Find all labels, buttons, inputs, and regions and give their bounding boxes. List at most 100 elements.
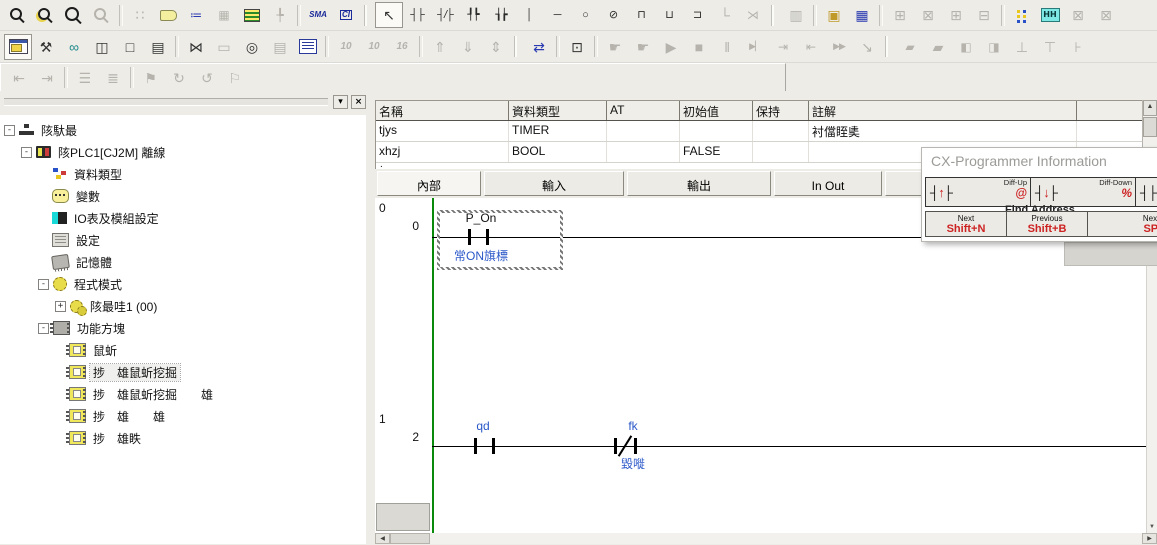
hierarchy-icon[interactable]: ╄	[266, 2, 294, 28]
collapse-icon[interactable]: -	[38, 323, 49, 334]
table-cell[interactable]: FALSE	[680, 142, 753, 162]
collapse-icon[interactable]: -	[21, 147, 32, 158]
sma-library-icon[interactable]: SMA	[304, 2, 332, 28]
contact-bar[interactable]	[486, 229, 489, 245]
contact-label[interactable]: P_On	[448, 211, 514, 225]
scroll-right-icon[interactable]: ▶	[1142, 533, 1157, 544]
online-release-icon[interactable]: ⊟	[970, 2, 998, 28]
build-icon[interactable]: ⚒	[32, 34, 60, 60]
view-diagram-icon[interactable]	[4, 34, 32, 60]
column-header[interactable]: AT	[607, 101, 680, 120]
table-scroll-thumb[interactable]	[1143, 117, 1157, 137]
tree-node-function-blocks[interactable]: -功能方塊	[0, 317, 366, 339]
beam-b-icon[interactable]: ⊤	[1036, 34, 1064, 60]
new-contact-icon[interactable]: ┤├	[403, 2, 431, 28]
hex-window-icon[interactable]: ◎	[238, 34, 266, 60]
resume-hand-icon[interactable]: ☛	[629, 34, 657, 60]
monitor-view-icon[interactable]: ∞	[60, 34, 88, 60]
force-cancel-icon[interactable]: ⇕	[482, 34, 510, 60]
monitor-window-icon[interactable]: ⊡	[563, 34, 591, 60]
column-header[interactable]: 資料類型	[509, 101, 607, 120]
toolbar-grip[interactable]	[4, 98, 328, 106]
address-reference-icon[interactable]: ≔	[182, 2, 210, 28]
online-edit-icon[interactable]: ⊞	[886, 2, 914, 28]
tree-close-button[interactable]: ×	[351, 95, 366, 109]
table-cell[interactable]	[753, 142, 809, 162]
scroll-left-icon[interactable]: ◀	[375, 533, 390, 544]
go-to-end-icon[interactable]: ↘	[853, 34, 881, 60]
symbol-bar-icon[interactable]: ▦	[210, 2, 238, 28]
decimal-10-icon[interactable]: 10	[332, 34, 360, 60]
window-layout-icon[interactable]: □	[116, 34, 144, 60]
tree-node-memory[interactable]: 記憶體	[0, 251, 366, 273]
trace-d-icon[interactable]: ◨	[980, 34, 1008, 60]
ladder-hscrollbar[interactable]: ◀ ▶	[375, 533, 1157, 544]
new-closed-coil-icon[interactable]: ⊘	[599, 2, 627, 28]
tree-node-fb-1[interactable]: 鼠蚚	[0, 339, 366, 361]
column-header[interactable]	[1077, 101, 1143, 120]
new-or-contact-icon[interactable]: ┦┡	[459, 2, 487, 28]
new-closed-contact-icon[interactable]: ┤/├	[431, 2, 459, 28]
rung-wrap-icon[interactable]: ≣	[99, 65, 127, 91]
tree-node-io-table[interactable]: IO表及模組設定	[0, 207, 366, 229]
step-out-icon[interactable]: ⇤	[797, 34, 825, 60]
grid-icon[interactable]: ∷	[126, 2, 154, 28]
collapse-icon[interactable]: -	[4, 125, 15, 136]
table-row[interactable]: tjysTIMER衬儅眰奊	[376, 121, 1143, 142]
properties-icon[interactable]: ▤	[144, 34, 172, 60]
tree-node-program-1[interactable]: +陔最哇1 (00)	[0, 295, 366, 317]
online-send-icon[interactable]: ⊞	[942, 2, 970, 28]
zoom-in-icon[interactable]	[4, 2, 32, 28]
column-header[interactable]: 保持	[753, 101, 809, 120]
contact-bar[interactable]	[614, 438, 617, 454]
zoom-out-icon[interactable]	[60, 2, 88, 28]
contact-bar[interactable]	[474, 438, 477, 454]
tab-internal[interactable]: 內部	[377, 171, 481, 196]
hscroll-thumb[interactable]	[390, 533, 430, 544]
gray-window1-icon[interactable]: ⊠	[1064, 2, 1092, 28]
signed-10-icon[interactable]: 10	[360, 34, 388, 60]
contact-bar[interactable]	[492, 438, 495, 454]
column-header[interactable]: 註解	[809, 101, 1077, 120]
table-cell[interactable]	[607, 121, 680, 141]
column-header[interactable]: 名稱	[376, 101, 509, 120]
tree-node-data-types[interactable]: 資料類型	[0, 163, 366, 185]
address-monitor-icon[interactable]: ▭	[210, 34, 238, 60]
compile-icon[interactable]: ▣	[820, 2, 848, 28]
tree-node-fb-3[interactable]: 捗 雄鼠蚚挖掘 雄	[0, 383, 366, 405]
run-icon[interactable]: ▶	[657, 34, 685, 60]
tree-dropdown-button[interactable]: ▾	[333, 95, 348, 109]
pv-monitor-icon[interactable]: HH	[1036, 2, 1064, 28]
address-table-icon[interactable]: ▦	[848, 2, 876, 28]
ladder-editor[interactable]: 0 0 P_On 常ON旗標 1 2 qd fk 毀嘥	[375, 198, 1147, 533]
erase-line-icon[interactable]: ⋊	[739, 2, 767, 28]
expand-icon[interactable]: +	[55, 301, 66, 312]
beam-a-icon[interactable]: ⊥	[1008, 34, 1036, 60]
step-into-icon[interactable]: ⇥	[769, 34, 797, 60]
table-cell[interactable]	[607, 142, 680, 162]
select-cursor-icon[interactable]: ↖	[375, 2, 403, 28]
vertical-line-icon[interactable]: │	[515, 2, 543, 28]
zoom-select-icon[interactable]	[32, 2, 60, 28]
online-cancel-icon[interactable]: ⊠	[914, 2, 942, 28]
step-next-icon[interactable]: ▶▏	[741, 34, 769, 60]
gray-window2-icon[interactable]: ⊠	[1092, 2, 1120, 28]
indent-right-icon[interactable]: ⇥	[33, 65, 61, 91]
panel-splitter[interactable]	[368, 91, 375, 544]
scroll-up-icon[interactable]: ▲	[1143, 100, 1157, 116]
tree-node-project[interactable]: -陔馱最	[0, 119, 366, 141]
collapse-icon[interactable]: -	[38, 279, 49, 290]
new-instruction-set-icon[interactable]: ⊔	[655, 2, 683, 28]
new-coil-icon[interactable]: ○	[571, 2, 599, 28]
transfer-window-icon[interactable]: ⇄	[525, 34, 553, 60]
ci-instruction-icon[interactable]: CI	[332, 2, 360, 28]
contact-label[interactable]: qd	[463, 419, 503, 433]
contact-bar[interactable]	[634, 438, 637, 454]
zoom-fit-icon[interactable]	[88, 2, 116, 28]
table-cell[interactable]	[1077, 121, 1143, 141]
tree-node-plc[interactable]: -陔PLC1[CJ2M] 離線	[0, 141, 366, 163]
rung-list-icon[interactable]: ☰	[71, 65, 99, 91]
find-window-icon[interactable]: ◫	[88, 34, 116, 60]
prev-bookmark-icon[interactable]: ↺	[193, 65, 221, 91]
fast-forward-icon[interactable]: ▶▶	[825, 34, 853, 60]
